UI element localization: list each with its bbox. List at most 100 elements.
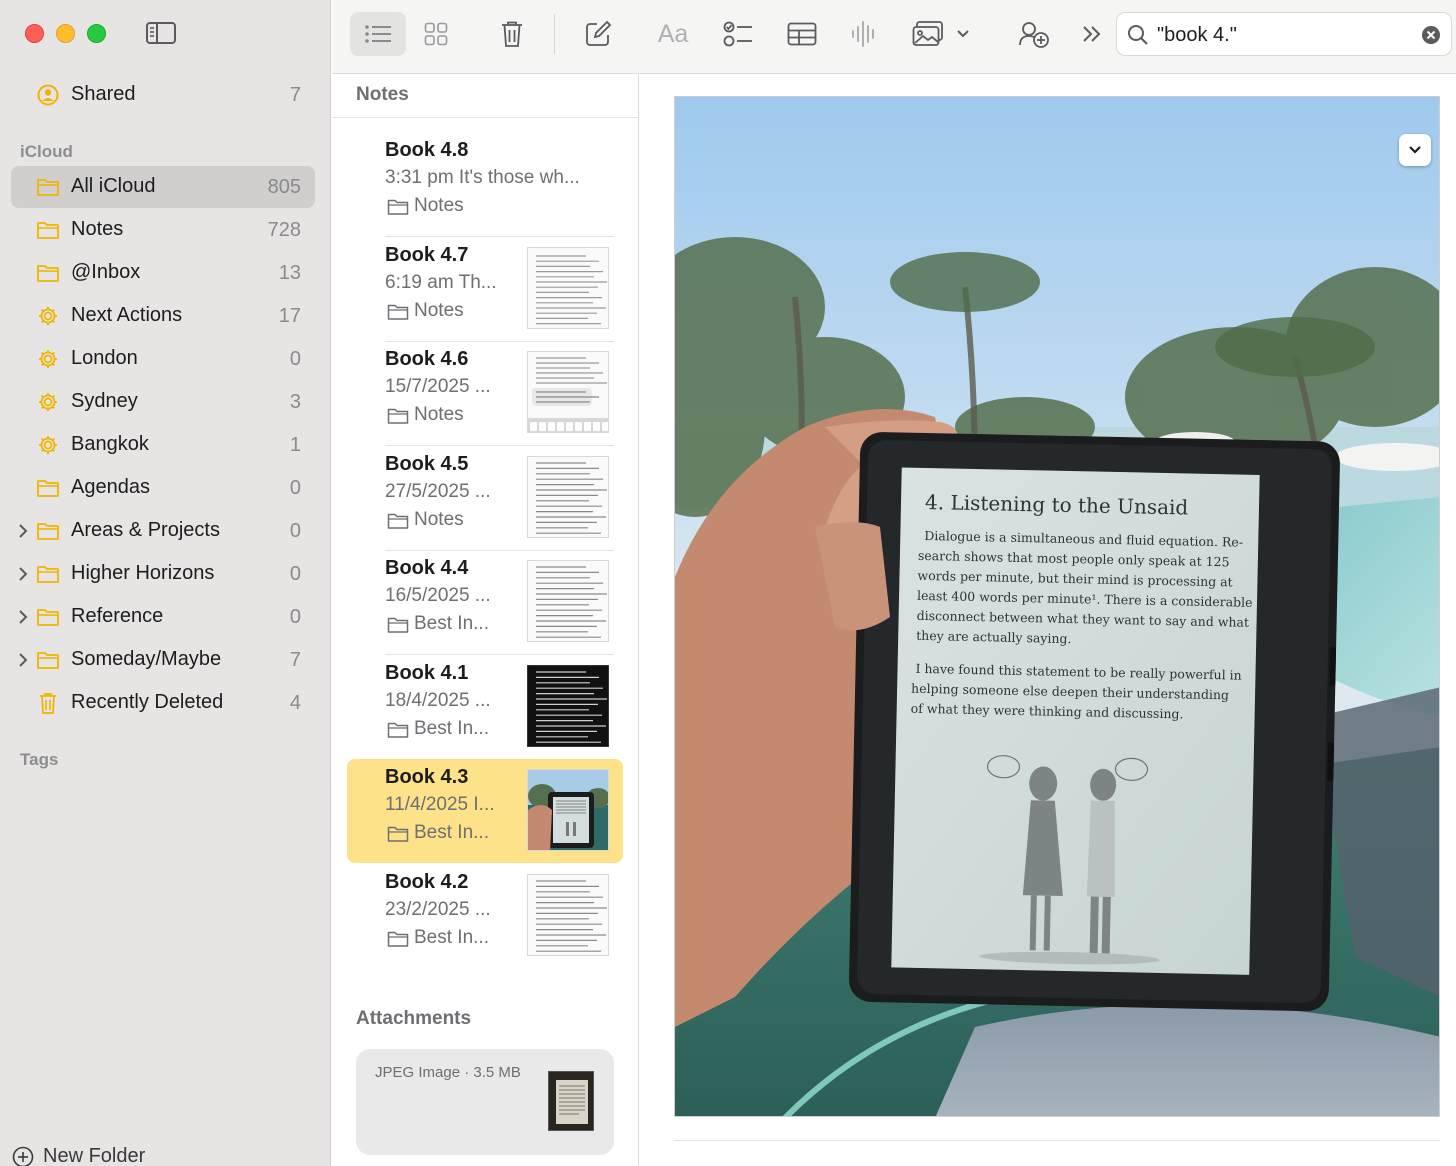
sidebar-item-label: Areas & Projects: [71, 519, 220, 541]
sidebar-item-someday-maybe[interactable]: Someday/Maybe 7: [11, 639, 315, 681]
audio-recording-button[interactable]: [844, 12, 884, 56]
collaborate-button[interactable]: [1014, 12, 1054, 56]
compose-icon: [586, 20, 612, 46]
folder-icon: [36, 176, 60, 198]
folder-icon: [387, 722, 409, 738]
format-button[interactable]: Aa: [650, 12, 696, 56]
note-photo[interactable]: 4. Listening to the Unsaid Dialogue is a…: [674, 96, 1440, 1117]
sidebar-item-label: Reference: [71, 605, 164, 627]
gallery-grid-icon: [424, 22, 448, 46]
search-icon: [1128, 25, 1148, 45]
smart-folder-gear-icon: [36, 305, 60, 327]
note-title: Book 4.2: [385, 870, 469, 893]
clear-search-icon[interactable]: [1421, 25, 1441, 45]
note-thumbnail: [527, 664, 609, 747]
attachment-card[interactable]: JPEG Image · 3.5 MB: [356, 1049, 614, 1155]
sidebar-item-reference[interactable]: Reference 0: [11, 596, 315, 638]
sidebar-item-next-actions[interactable]: Next Actions 17: [11, 295, 315, 337]
disclosure-chevron-right-icon[interactable]: [16, 522, 30, 540]
trash-icon: [502, 21, 522, 47]
sidebar-item-label: Shared: [71, 83, 136, 105]
search-input[interactable]: [1157, 21, 1417, 49]
note-list-item[interactable]: Book 4.5 27/5/2025 ... Notes: [347, 446, 623, 551]
sidebar-item-count: 728: [267, 219, 301, 241]
waveform-icon: [852, 21, 874, 47]
sidebar-item-agendas[interactable]: Agendas 0: [11, 467, 315, 509]
note-date-preview: 18/4/2025 ...: [385, 689, 491, 711]
note-title: Book 4.4: [385, 557, 469, 579]
sidebar-item-label: Higher Horizons: [71, 562, 215, 584]
delete-note-button[interactable]: [492, 12, 532, 56]
minimize-window-button[interactable]: [56, 24, 75, 43]
shared-person-icon: [36, 84, 60, 106]
sidebar-item-label: All iCloud: [71, 175, 156, 197]
sidebar-item-sydney[interactable]: Sydney 3: [11, 381, 315, 423]
note-title: Book 4.6: [385, 348, 469, 370]
list-view-icon: [365, 25, 391, 43]
sidebar-item-count: 4: [289, 692, 301, 714]
divider: [332, 117, 638, 118]
search-field[interactable]: [1116, 12, 1452, 56]
sidebar-item-london[interactable]: London 0: [11, 338, 315, 380]
sidebar-item-notes[interactable]: Notes 728: [11, 209, 315, 251]
sidebar-item-all-icloud[interactable]: All iCloud 805: [11, 166, 315, 208]
chevron-down-icon: [1409, 146, 1421, 154]
add-circle-icon: [12, 1146, 34, 1166]
folder-icon: [387, 199, 409, 215]
note-list-item[interactable]: Book 4.1 18/4/2025 ... Best In...: [347, 655, 623, 759]
note-list-item[interactable]: Book 4.7 6:19 am Th... Notes: [347, 237, 623, 342]
checklist-button[interactable]: [718, 12, 758, 56]
attachment-label: JPEG Image · 3.5 MB: [375, 1064, 521, 1081]
sidebar-item-label: Someday/Maybe: [71, 648, 222, 670]
note-title: Book 4.8: [385, 139, 469, 161]
note-list-item[interactable]: Book 4.4 16/5/2025 ... Best In...: [347, 550, 623, 655]
sidebar-item-shared[interactable]: Shared 7: [11, 74, 315, 116]
zoom-window-button[interactable]: [87, 24, 106, 43]
note-list-item[interactable]: Book 4.8 3:31 pm It's those wh... Notes: [347, 132, 623, 237]
folder-icon: [36, 606, 60, 628]
sidebar-item-label: London: [71, 347, 138, 369]
sidebar-item-count: 0: [289, 606, 301, 628]
disclosure-chevron-right-icon[interactable]: [16, 651, 30, 669]
note-date-preview: 3:31 pm It's those wh...: [385, 167, 580, 188]
list-view-button[interactable]: [350, 12, 406, 56]
note-list-item[interactable]: Book 4.6 15/7/2025 ... Notes: [347, 341, 623, 446]
sidebar-item-higher-horizons[interactable]: Higher Horizons 0: [11, 553, 315, 595]
table-button[interactable]: [782, 12, 822, 56]
note-list-item[interactable]: Book 4.2 23/2/2025 ... Best In...: [347, 864, 623, 968]
sidebar-item-count: 7: [289, 84, 301, 106]
note-list-item[interactable]: Book 4.3 11/4/2025 I... Best In...: [347, 759, 623, 863]
smart-folder-gear-icon: [36, 434, 60, 456]
media-menu-button[interactable]: [910, 12, 972, 56]
disclosure-chevron-right-icon[interactable]: [16, 565, 30, 583]
sidebar-item-count: 7: [289, 649, 301, 671]
sidebar-item-bangkok[interactable]: Bangkok 1: [11, 424, 315, 466]
folder-icon: [387, 513, 409, 529]
note-folder-name: Notes: [414, 508, 464, 530]
sidebar-item-recently-deleted[interactable]: Recently Deleted 4: [11, 682, 315, 724]
sidebar-item-count: 1: [289, 434, 301, 456]
sidebar-item-count: 3: [289, 391, 301, 413]
note-list: Notes Book 4.8 3:31 pm It's those wh... No…: [332, 74, 639, 1166]
note-editor[interactable]: 4. Listening to the Unsaid Dialogue is a…: [640, 74, 1456, 1166]
note-date-preview: 23/2/2025 ...: [385, 898, 491, 920]
toolbar-separator: [554, 14, 555, 54]
note-date-preview: 16/5/2025 ...: [385, 585, 491, 606]
sidebar-item-label: Notes: [71, 218, 124, 240]
folder-icon: [387, 931, 409, 947]
more-toolbar-button[interactable]: [1074, 12, 1110, 56]
gallery-view-button[interactable]: [416, 12, 456, 56]
sidebar-item-label: Next Actions: [71, 304, 183, 326]
disclosure-chevron-right-icon[interactable]: [16, 608, 30, 626]
sidebar-toggle-icon[interactable]: [145, 20, 177, 46]
attachment-thumbnail: [548, 1071, 594, 1131]
note-folder-name: Notes: [414, 195, 464, 216]
new-note-button[interactable]: [578, 12, 618, 56]
smart-folder-gear-icon: [36, 391, 60, 413]
note-folder-name: Best In...: [414, 822, 489, 843]
photo-options-button[interactable]: [1399, 134, 1431, 166]
close-window-button[interactable]: [25, 24, 44, 43]
folder-icon: [36, 219, 60, 241]
sidebar-item-inbox[interactable]: @Inbox 13: [11, 252, 315, 294]
sidebar-item-areas-projects[interactable]: Areas & Projects 0: [11, 510, 315, 552]
